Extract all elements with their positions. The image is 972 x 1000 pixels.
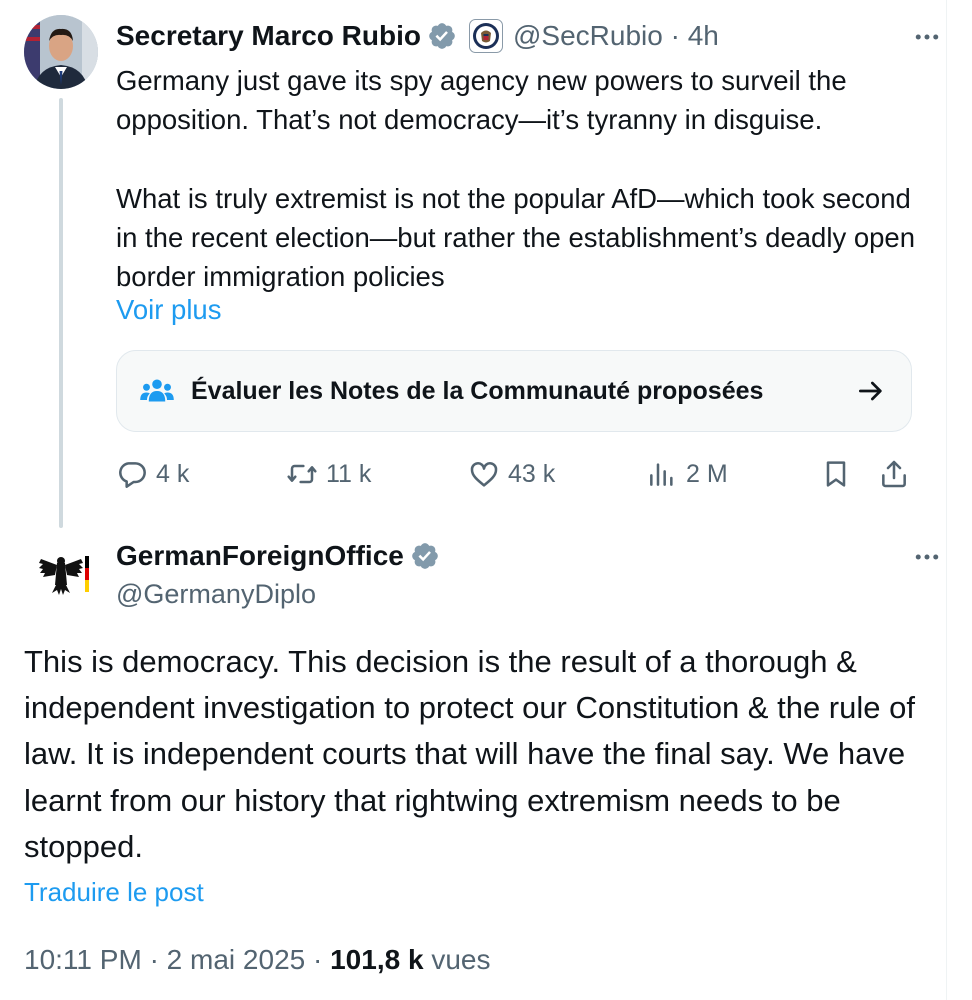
reply-icon	[119, 462, 146, 488]
tweet1-text: Germany just gave its spy agency new pow…	[116, 61, 916, 296]
community-notes-card[interactable]: Évaluer les Notes de la Communauté propo…	[116, 350, 912, 432]
tweet1-paragraph-1: Germany just gave its spy agency new pow…	[116, 65, 847, 136]
timeline-border	[946, 0, 947, 1000]
translate-post-link[interactable]: Traduire le post	[24, 874, 204, 910]
tweet1-author-name[interactable]: Secretary Marco Rubio	[116, 20, 421, 52]
arrow-right-icon	[855, 375, 887, 407]
community-notes-label: Évaluer les Notes de la Communauté propo…	[191, 376, 764, 405]
repost-button[interactable]: 11 k	[286, 452, 371, 496]
tweet2-views-label: vues	[431, 944, 491, 975]
tweet1-timestamp[interactable]: 4h	[688, 20, 719, 52]
like-button[interactable]: 43 k	[468, 452, 555, 496]
repost-icon	[287, 464, 317, 484]
tweet2-author-name[interactable]: GermanForeignOffice	[116, 540, 404, 572]
tweet2-metadata: 10:11 PM · 2 mai 2025 · 101,8 k vues	[24, 938, 490, 982]
heart-icon	[470, 462, 498, 487]
tweet1-more-dots-icon[interactable]	[912, 22, 942, 58]
tweet2-more-dots-icon[interactable]	[912, 542, 942, 578]
us-state-department-seal-icon	[469, 19, 503, 53]
tweet1-action-bar: 4 k 11 k 43 k 2 M	[116, 452, 916, 496]
people-icon	[139, 373, 175, 409]
tweet1-handle[interactable]: @SecRubio	[513, 20, 663, 52]
views-button[interactable]: 2 M	[646, 452, 728, 496]
verified-badge-icon[interactable]	[410, 541, 440, 571]
german-foreign-office-avatar[interactable]	[24, 537, 98, 611]
tweet2-time[interactable]: 10:11 PM	[24, 944, 142, 975]
share-button[interactable]	[878, 452, 910, 496]
meta-dot-separator: ·	[313, 944, 331, 975]
meta-dot-separator: ·	[149, 944, 167, 975]
like-count: 43 k	[508, 459, 556, 488]
show-more-link[interactable]: Voir plus	[116, 290, 221, 329]
views-count: 2 M	[686, 459, 728, 488]
views-chart-icon	[650, 463, 673, 486]
reply-count: 4 k	[156, 459, 190, 488]
tweet2-views-count: 101,8 k	[330, 944, 424, 975]
tweet2-date[interactable]: 2 mai 2025	[167, 944, 306, 975]
thread-connector-line	[59, 98, 63, 528]
repost-count: 11 k	[326, 459, 372, 488]
tweet1-header: Secretary Marco Rubio @SecRubio · 4h	[116, 16, 719, 56]
tweet2-header: GermanForeignOffice	[116, 536, 440, 576]
rubio-avatar[interactable]	[24, 15, 98, 89]
tweet1-paragraph-2: What is truly extremist is not the popul…	[116, 182, 916, 293]
verified-badge-icon[interactable]	[427, 21, 457, 51]
share-icon	[882, 460, 906, 488]
tweet1-dot-separator: ·	[662, 20, 688, 51]
tweet2-handle[interactable]: @GermanyDiplo	[116, 576, 316, 612]
bookmark-icon	[826, 461, 846, 487]
reply-button[interactable]: 4 k	[116, 452, 189, 496]
bookmark-button[interactable]	[820, 452, 852, 496]
tweet2-text: This is democracy. This decision is the …	[24, 644, 915, 864]
